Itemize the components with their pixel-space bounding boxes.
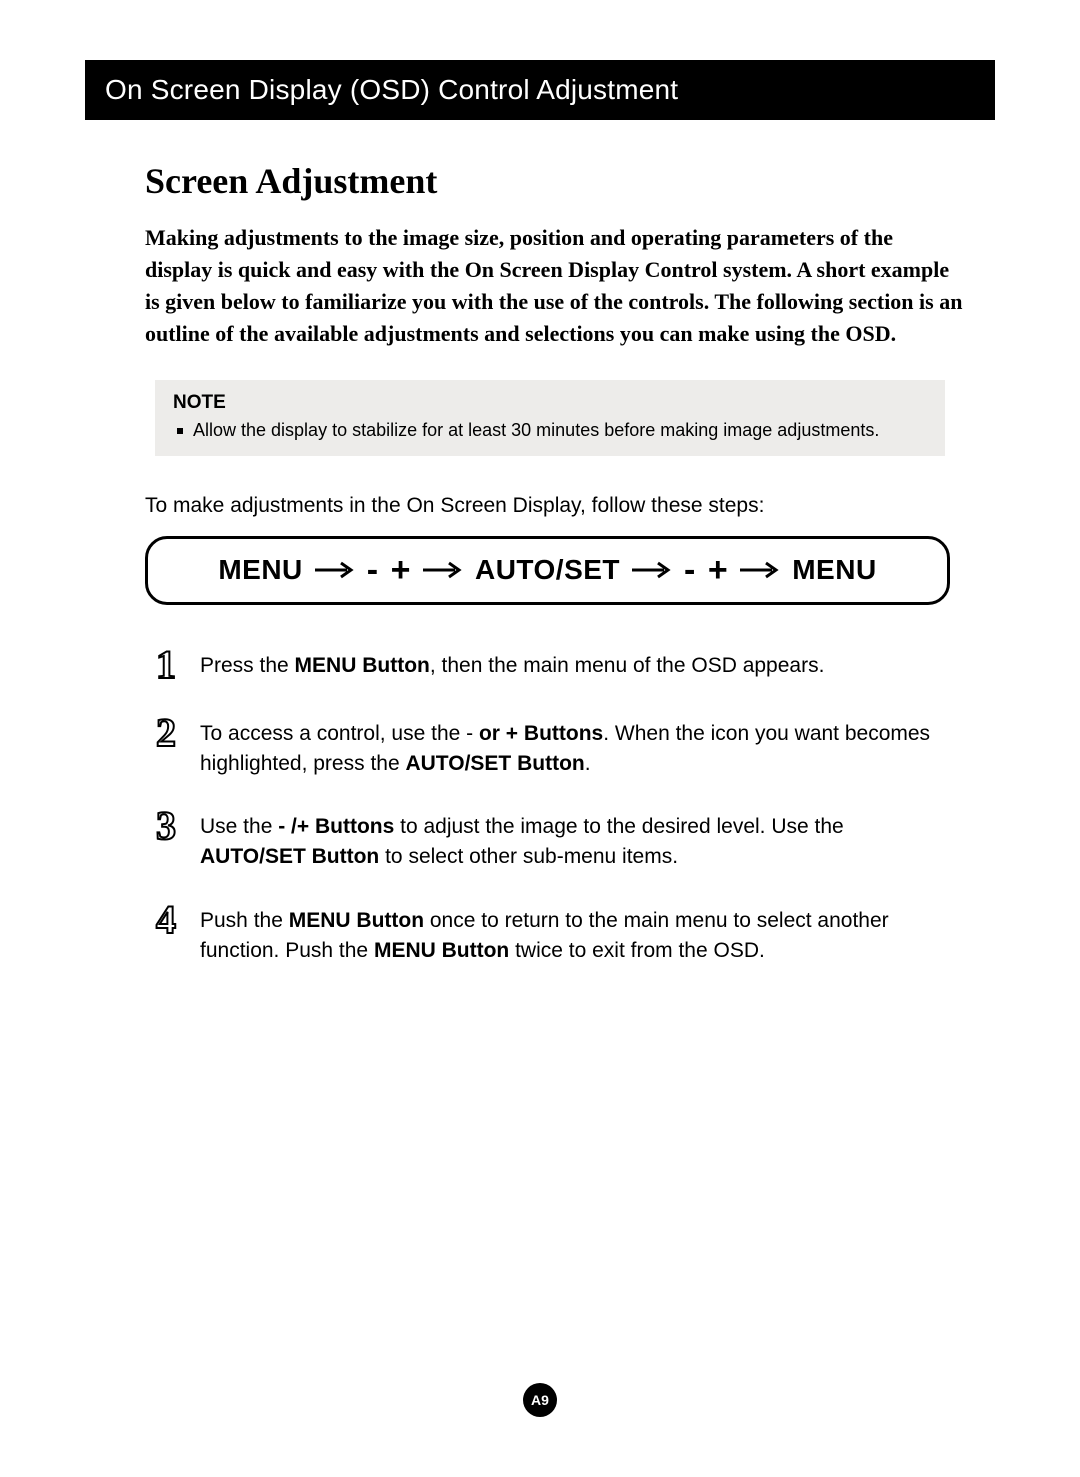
header-bar: On Screen Display (OSD) Control Adjustme… [85, 60, 995, 120]
header-title: On Screen Display (OSD) Control Adjustme… [105, 74, 678, 105]
step-text: To access a control, use the - or + Butt… [200, 713, 950, 779]
intro-paragraph: Making adjustments to the image size, po… [145, 222, 965, 350]
text-bold: AUTO/SET Button [405, 752, 584, 775]
lead-text: To make adjustments in the On Screen Dis… [145, 494, 995, 518]
step-text: Push the MENU Button once to return to t… [200, 900, 950, 966]
flow-menu-1: MENU [218, 554, 302, 586]
step-item: 4 Push the MENU Button once to return to… [150, 900, 950, 966]
step-number: 2 [150, 713, 182, 779]
note-item: Allow the display to stabilize for at le… [173, 418, 927, 442]
step-number: 4 [150, 900, 182, 966]
text-bold: MENU Button [374, 939, 509, 962]
step-number: 1 [150, 645, 182, 685]
plus-icon: + [708, 551, 728, 590]
text-run: Use the [200, 815, 278, 838]
text-run: , then the main menu of the OSD appears. [430, 654, 825, 677]
control-flow-box: MENU - + AUTO/SET - + MENU [145, 536, 950, 605]
section-title: Screen Adjustment [145, 160, 995, 202]
text-bold: MENU Button [289, 909, 424, 932]
arrow-icon [740, 561, 780, 579]
note-label: NOTE [173, 392, 927, 414]
minus-icon: - [684, 551, 696, 590]
step-number: 3 [150, 806, 182, 872]
document-page: On Screen Display (OSD) Control Adjustme… [0, 0, 1080, 1477]
text-run: To access a control, use the - [200, 722, 479, 745]
minus-icon: - [367, 551, 379, 590]
bullet-icon [177, 428, 183, 434]
text-run: to adjust the image to the desired level… [394, 815, 843, 838]
text-run: twice to exit from the OSD. [509, 939, 765, 962]
step-item: 2 To access a control, use the - or + Bu… [150, 713, 950, 779]
arrow-icon [632, 561, 672, 579]
note-text: Allow the display to stabilize for at le… [193, 418, 879, 442]
text-bold: AUTO/SET Button [200, 845, 379, 868]
text-bold: MENU Button [295, 654, 430, 677]
step-text: Use the - /+ Buttons to adjust the image… [200, 806, 950, 872]
arrow-icon [315, 561, 355, 579]
flow-autoset: AUTO/SET [475, 554, 620, 586]
text-bold: or + Buttons [479, 722, 603, 745]
text-bold: - /+ Buttons [278, 815, 394, 838]
text-run: to select other sub-menu items. [379, 845, 678, 868]
text-run: . [585, 752, 591, 775]
page-number: A9 [531, 1392, 549, 1408]
step-item: 1 Press the MENU Button, then the main m… [150, 645, 950, 685]
text-run: Push the [200, 909, 289, 932]
page-number-badge: A9 [523, 1383, 557, 1417]
step-text: Press the MENU Button, then the main men… [200, 645, 824, 685]
flow-menu-2: MENU [792, 554, 876, 586]
step-item: 3 Use the - /+ Buttons to adjust the ima… [150, 806, 950, 872]
arrow-icon [423, 561, 463, 579]
steps-list: 1 Press the MENU Button, then the main m… [150, 645, 950, 966]
text-run: Press the [200, 654, 295, 677]
note-box: NOTE Allow the display to stabilize for … [155, 380, 945, 456]
plus-icon: + [391, 551, 411, 590]
